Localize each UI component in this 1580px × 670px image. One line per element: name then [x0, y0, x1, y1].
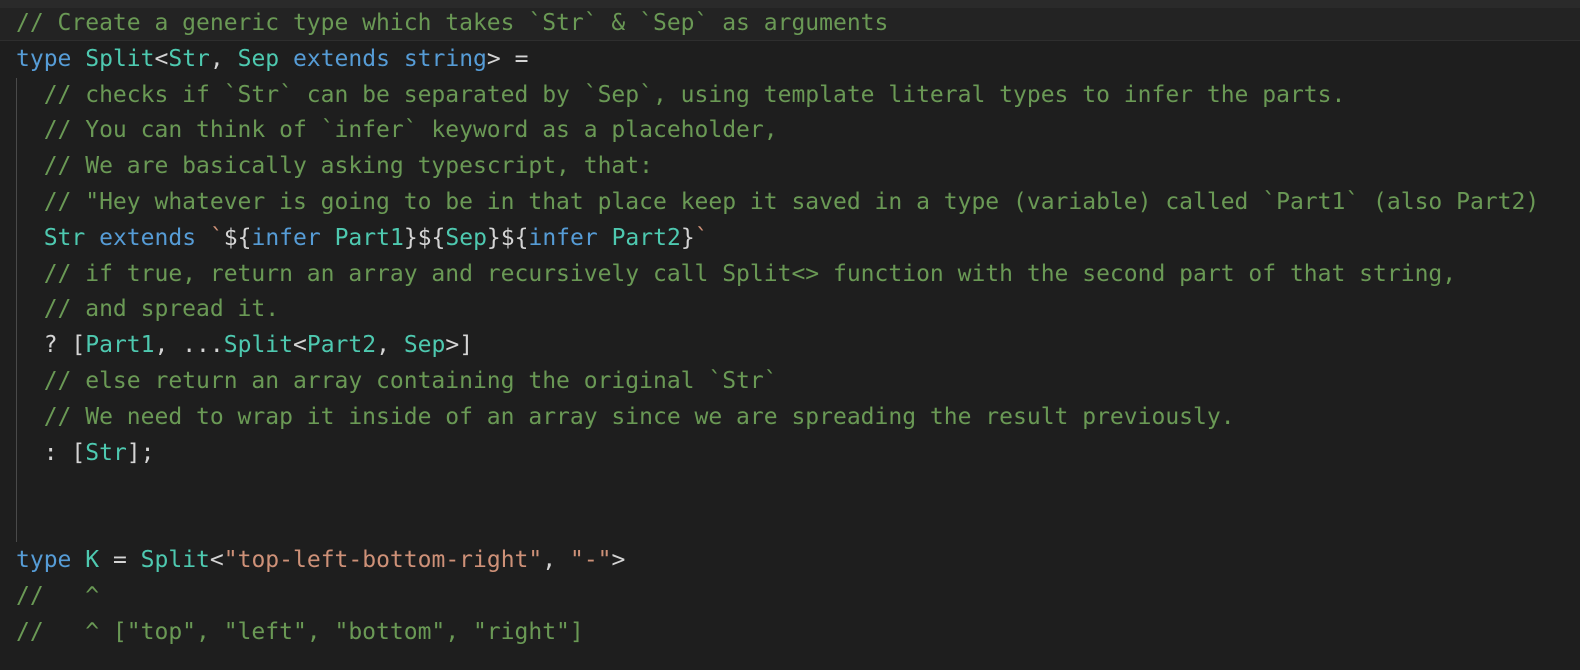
code-token: > = [486, 45, 529, 72]
code-token: K [85, 546, 100, 573]
code-line[interactable] [16, 507, 1539, 543]
code-line[interactable]: Str extends `${infer Part1}${Sep}${infer… [16, 221, 1539, 257]
code-token: , [542, 546, 570, 573]
code-token: < [154, 45, 169, 72]
code-token: >] [445, 332, 474, 359]
code-token: Part1 [85, 332, 155, 359]
code-token: // You can think of `infer` keyword as a… [16, 117, 778, 144]
code-token: // if true, return an array and recursiv… [16, 260, 1457, 287]
code-line[interactable]: // We are basically asking typescript, t… [16, 149, 1539, 185]
code-token: extends [99, 224, 197, 251]
code-token: // We are basically asking typescript, t… [16, 153, 653, 180]
code-token: : [ [16, 439, 86, 466]
code-token: }${ [486, 224, 529, 251]
code-token: Str [85, 439, 127, 466]
code-token: Str [168, 45, 210, 72]
code-token: ${ [223, 224, 252, 251]
code-token: Sep [403, 332, 446, 359]
code-line[interactable]: : [Str]; [16, 436, 1539, 472]
code-token: > [611, 546, 626, 573]
code-token: ` [694, 224, 709, 251]
code-token: Sep [445, 224, 487, 251]
code-line[interactable] [16, 471, 1539, 507]
code-token: // and spread it. [16, 296, 280, 323]
code-token: // else return an array containing the o… [16, 367, 778, 394]
code-token: Str [43, 224, 86, 251]
code-token: } [680, 224, 695, 251]
code-line[interactable]: // You can think of `infer` keyword as a… [16, 113, 1539, 149]
code-line[interactable]: type Split<Str, Sep extends string> = [16, 42, 1539, 78]
code-line[interactable]: // Create a generic type which takes `St… [16, 6, 1539, 42]
code-token: // ^ ["top", "left", "bottom", "right"] [16, 618, 584, 645]
code-token: "-" [569, 546, 612, 573]
code-lines[interactable]: // Create a generic type which takes `St… [16, 6, 1539, 650]
code-token: type [16, 546, 72, 573]
code-token: // "Hey whatever is going to be in that … [16, 188, 1540, 215]
code-line[interactable]: // We need to wrap it inside of an array… [16, 400, 1539, 436]
code-token: Part2 [611, 224, 681, 251]
code-token: string [403, 45, 487, 72]
code-line[interactable]: // ^ ["top", "left", "bottom", "right"] [16, 615, 1539, 651]
code-token: Sep [237, 45, 280, 72]
code-token: "top-left-bottom-right" [223, 546, 543, 573]
code-token: Part2 [306, 332, 377, 359]
code-token: Split [85, 45, 155, 72]
code-token: Split [223, 332, 293, 359]
code-line[interactable]: // "Hey whatever is going to be in that … [16, 185, 1540, 221]
code-token: = [99, 546, 141, 573]
code-line[interactable]: // if true, return an array and recursiv… [16, 257, 1539, 293]
code-line[interactable]: // ^ [16, 579, 1539, 615]
code-line[interactable]: // else return an array containing the o… [16, 364, 1539, 400]
code-line[interactable]: ? [Part1, ...Split<Part2, Sep>] [16, 328, 1539, 364]
code-token: < [293, 332, 307, 359]
code-token: type [16, 45, 72, 72]
code-token: ]; [126, 439, 155, 466]
code-line[interactable]: type K = Split<"top-left-bottom-right", … [16, 543, 1539, 579]
code-token: // Create a generic type which takes `St… [16, 10, 889, 36]
code-token: , [209, 45, 238, 72]
code-token: extends [293, 45, 390, 72]
code-token: // checks if `Str` can be separated by `… [16, 81, 1346, 108]
code-token: // ^ [16, 582, 100, 609]
code-token: infer [251, 224, 321, 251]
code-token: , ... [154, 332, 224, 359]
code-token: Split [140, 546, 210, 573]
code-token: Part1 [334, 224, 404, 251]
code-token: , [376, 332, 404, 359]
code-line[interactable]: // checks if `Str` can be separated by `… [16, 78, 1539, 114]
code-token: ? [ [16, 332, 86, 359]
code-token: // We need to wrap it inside of an array… [16, 403, 1235, 430]
code-token: infer [528, 224, 598, 251]
code-line[interactable]: // and spread it. [16, 292, 1539, 328]
code-token: < [209, 546, 224, 573]
code-token: }${ [403, 224, 446, 251]
code-editor[interactable]: // Create a generic type which takes `St… [0, 0, 1580, 670]
code-token: ` [209, 224, 224, 251]
